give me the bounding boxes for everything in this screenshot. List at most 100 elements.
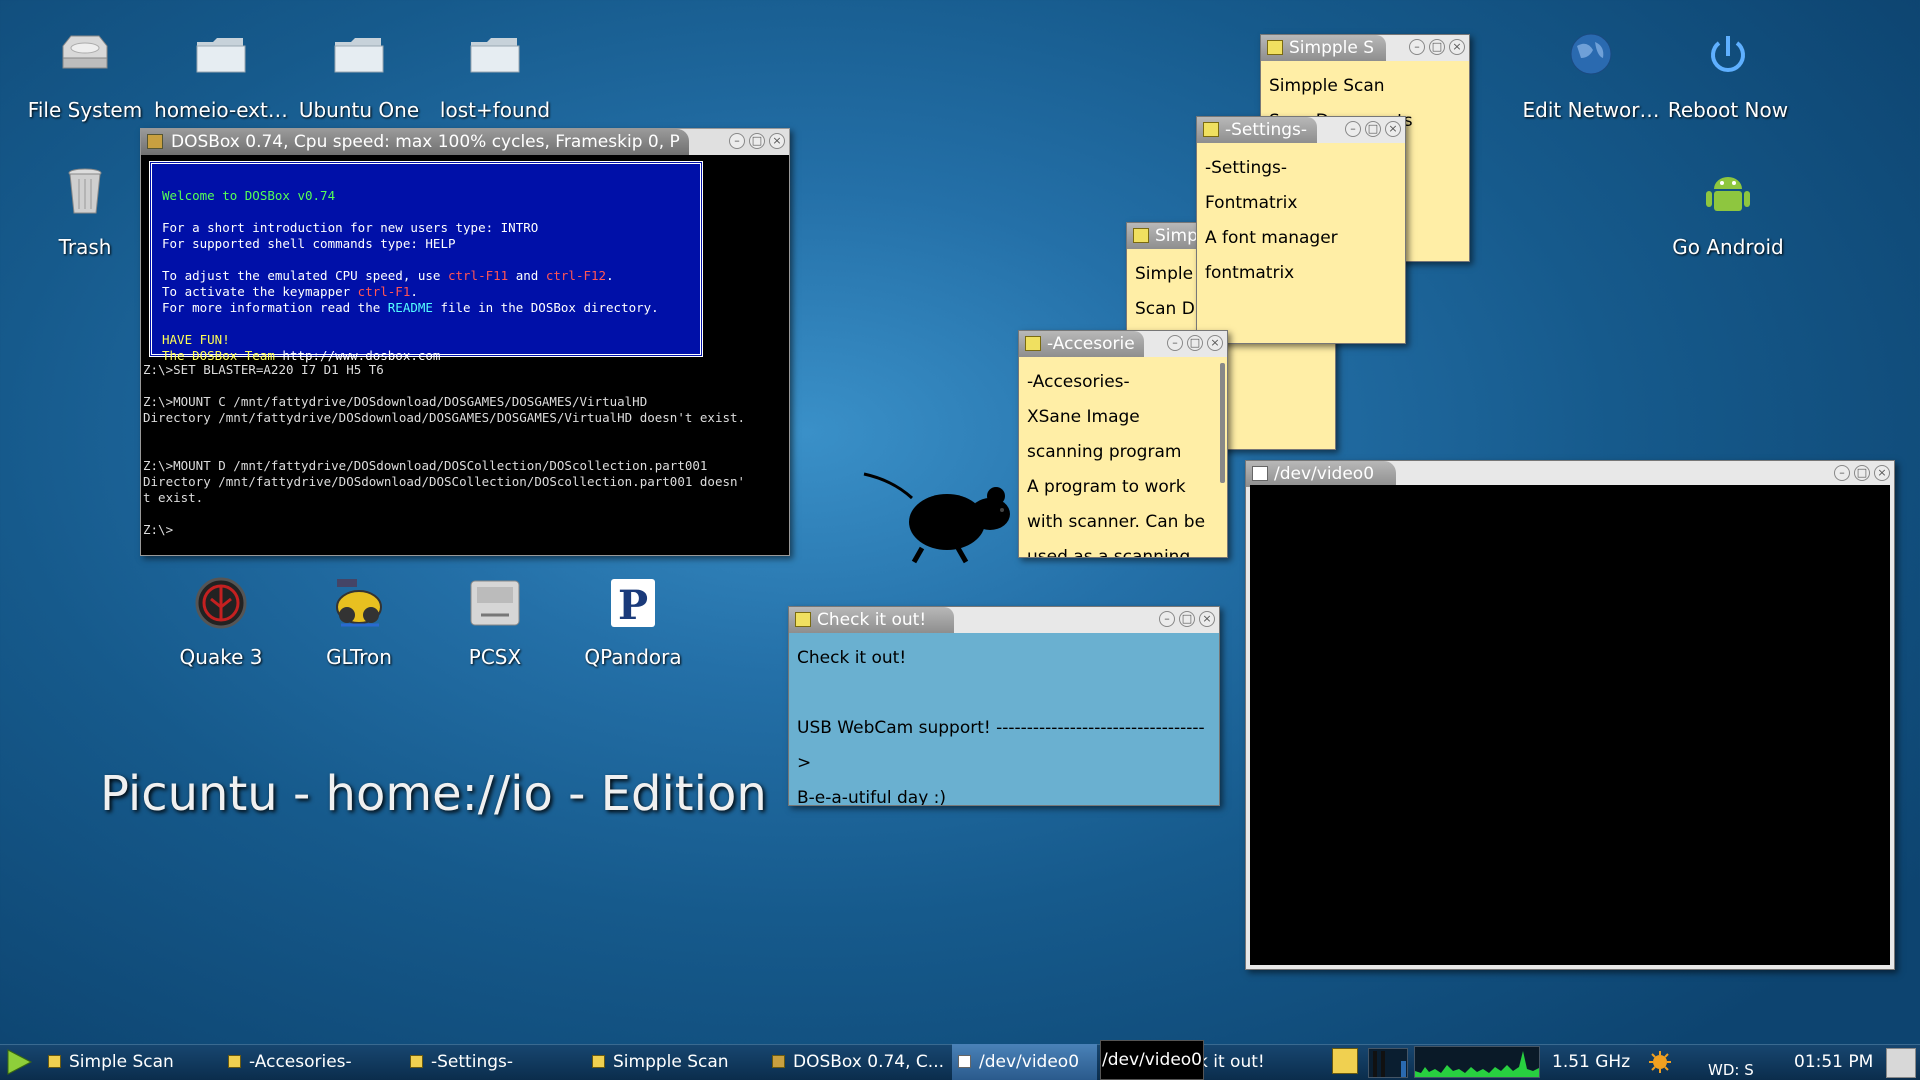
desktop-icon-label: File System <box>27 98 143 122</box>
desktop-icon-file-system[interactable]: File System <box>15 28 155 122</box>
desktop-icon-gltron[interactable]: GLTron <box>289 575 429 669</box>
cpu-frequency: 1.51 GHz <box>1552 1052 1631 1072</box>
start-menu-button[interactable] <box>4 1047 34 1077</box>
taskbar-item-video0[interactable]: /dev/video0 <box>952 1044 1097 1080</box>
close-button[interactable]: × <box>1874 465 1890 481</box>
maximize-button[interactable]: □ <box>1365 121 1381 137</box>
note-settings[interactable]: -Settings- – □ × -Settings- Fontmatrix A font… <box>1196 116 1406 344</box>
close-button[interactable]: × <box>769 133 785 149</box>
show-desktop-button[interactable] <box>1886 1048 1916 1078</box>
desktop-icon-label: Trash <box>58 235 112 259</box>
desktop-icon-go-android[interactable]: Go Android <box>1658 165 1798 259</box>
minimize-button[interactable]: – <box>1409 39 1425 55</box>
svg-text:P: P <box>618 582 648 629</box>
trash-icon <box>57 165 113 221</box>
have-fun-line: HAVE FUN! <box>162 332 230 347</box>
note-icon <box>48 1055 61 1068</box>
desktop-icon-quake3[interactable]: Quake 3 <box>151 575 291 669</box>
dosbox-terminal-output[interactable]: Z:\>SET BLASTER=A220 I7 D1 H5 T6 Z:\>MOU… <box>143 362 787 552</box>
taskbar-item-settings[interactable]: -Settings- <box>410 1044 580 1080</box>
weather-sun-icon[interactable] <box>1648 1050 1672 1078</box>
note-icon <box>1025 336 1041 351</box>
maximize-button[interactable]: □ <box>1854 465 1870 481</box>
maximize-button[interactable]: □ <box>749 133 765 149</box>
video-viewport[interactable] <box>1250 485 1890 965</box>
desktop-icon-ubuntu-one[interactable]: Ubuntu One <box>289 28 429 122</box>
android-icon <box>1700 165 1756 221</box>
taskbar-item-accesories[interactable]: -Accesories- <box>228 1044 398 1080</box>
xfce-mouse-logo <box>862 470 1022 574</box>
note-line: -Accesories- <box>1027 372 1130 392</box>
taskbar-tooltip: /dev/video0 <box>1100 1040 1204 1080</box>
dosbox-titlebar[interactable]: DOSBox 0.74, Cpu speed: max 100% cycles,… <box>141 129 789 155</box>
drive-icon <box>57 28 113 84</box>
readme-line: For more information read the README fil… <box>162 300 659 315</box>
video-window[interactable]: /dev/video0 – □ × <box>1245 460 1895 970</box>
note-icon <box>1267 40 1283 55</box>
dosbox-title: DOSBox 0.74, Cpu speed: max 100% cycles,… <box>171 132 680 152</box>
close-button[interactable]: × <box>1199 611 1215 627</box>
quake-icon <box>193 575 249 631</box>
desktop-icon-edit-network[interactable]: Edit Networ… <box>1521 28 1661 122</box>
dosbox-welcome-box: Welcome to DOSBox v0.74 For a short intr… <box>149 161 703 363</box>
note-line: scanning program <box>1027 442 1182 462</box>
keymapper-line: To activate the keymapper ctrl-F1. <box>162 284 418 299</box>
note-title: Simp <box>1155 226 1198 246</box>
note-icon <box>1133 228 1149 243</box>
minimize-button[interactable]: – <box>1159 611 1175 627</box>
desktop-icon-label: lost+found <box>439 98 551 122</box>
minimize-button[interactable]: – <box>1345 121 1361 137</box>
taskbar-item-simpple-scan[interactable]: Simpple Scan <box>592 1044 762 1080</box>
note-accesories[interactable]: -Accesorie – □ × -Accesories- XSane Image sca… <box>1018 330 1228 558</box>
note-line: with scanner. Can be <box>1027 512 1206 532</box>
note-line: Fontmatrix <box>1205 193 1298 213</box>
network-globe-icon <box>1563 28 1619 84</box>
desktop-icon-label: Ubuntu One <box>298 98 420 122</box>
power-icon <box>1700 28 1756 84</box>
note-line: -Settings- <box>1205 158 1287 178</box>
workspace-switcher[interactable] <box>1368 1048 1408 1078</box>
cpu-speed-line: To adjust the emulated CPU speed, use ct… <box>162 268 614 283</box>
close-button[interactable]: × <box>1385 121 1401 137</box>
desktop-icon-label: Edit Networ… <box>1522 98 1660 122</box>
note-check-it-out[interactable]: Check it out! – □ × Check it out! USB WebCam… <box>788 606 1220 806</box>
taskbar-item-simple-scan[interactable]: Simple Scan <box>48 1044 218 1080</box>
desktop-icon-reboot-now[interactable]: Reboot Now <box>1658 28 1798 122</box>
desktop-icon-homeio-ext[interactable]: homeio-ext… <box>151 28 291 122</box>
dosbox-window[interactable]: DOSBox 0.74, Cpu speed: max 100% cycles,… <box>140 128 790 556</box>
note-line: fontmatrix <box>1205 263 1295 283</box>
notes-tray-icon[interactable] <box>1332 1048 1358 1074</box>
note-icon <box>410 1055 423 1068</box>
taskbar-item-check-it-out[interactable]: k it out! <box>1198 1044 1288 1080</box>
close-button[interactable]: × <box>1207 335 1223 351</box>
desktop-icon-qpandora[interactable]: P QPandora <box>563 575 703 669</box>
maximize-button[interactable]: □ <box>1187 335 1203 351</box>
minimize-button[interactable]: – <box>1834 465 1850 481</box>
note-line: A program to work <box>1027 477 1186 497</box>
cpu-graph <box>1414 1046 1540 1078</box>
note-title: Simpple S <box>1289 38 1375 58</box>
desktop-icon-pcsx[interactable]: PCSX <box>425 575 565 669</box>
intro-line: For a short introduction for new users t… <box>162 220 539 235</box>
maximize-button[interactable]: □ <box>1429 39 1445 55</box>
desktop-icon-label: homeio-ext… <box>154 98 288 122</box>
window-icon <box>1252 466 1268 481</box>
pandora-icon: P <box>605 575 661 631</box>
desktop-icon-trash[interactable]: Trash <box>15 165 155 259</box>
desktop-icon-lost-found[interactable]: lost+found <box>425 28 565 122</box>
note-line: USB WebCam support! --------------------… <box>797 718 1205 773</box>
close-button[interactable]: × <box>1449 39 1465 55</box>
note-line: Simpple Scan <box>1269 76 1385 96</box>
note-line: Check it out! <box>797 648 907 668</box>
taskbar-item-dosbox[interactable]: DOSBox 0.74, C... <box>772 1044 950 1080</box>
note-line: used as a scanning <box>1027 547 1191 557</box>
clock[interactable]: 01:51 PM <box>1794 1044 1873 1080</box>
minimize-button[interactable]: – <box>1167 335 1183 351</box>
minimize-button[interactable]: – <box>729 133 745 149</box>
note-scrollbar[interactable] <box>1220 363 1225 483</box>
edition-banner: Picuntu - home://io - Edition <box>100 766 767 822</box>
dosbox-icon <box>147 134 163 149</box>
folder-icon <box>467 28 523 84</box>
maximize-button[interactable]: □ <box>1179 611 1195 627</box>
note-icon <box>1203 122 1219 137</box>
